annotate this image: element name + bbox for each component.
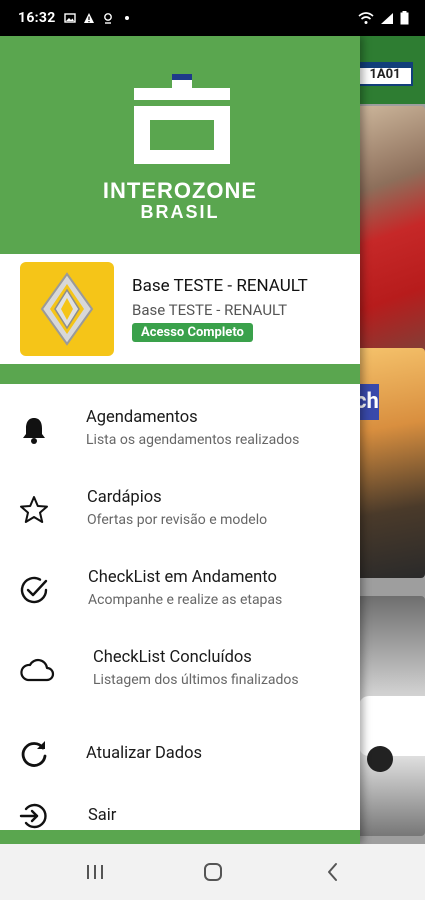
background-card-banner: ch bbox=[353, 348, 425, 578]
menu-subtitle: Acompanhe e realize as etapas bbox=[88, 592, 283, 608]
access-badge: Acesso Completo bbox=[132, 323, 253, 342]
alert-icon bbox=[83, 13, 94, 23]
refresh-icon bbox=[21, 741, 47, 767]
license-plate: 1A01 bbox=[357, 62, 413, 86]
account-subtitle: Base TESTE - RENAULT bbox=[132, 301, 288, 319]
interozone-logo-icon bbox=[134, 74, 230, 164]
brand-line1: INTEROZONE bbox=[102, 178, 258, 203]
brand-line2: BRASIL bbox=[140, 202, 220, 222]
menu-subtitle: Ofertas por revisão e modelo bbox=[87, 512, 268, 528]
menu-item-cardapios[interactable]: Cardápios Ofertas por revisão e modelo bbox=[0, 488, 360, 558]
recents-button[interactable] bbox=[80, 858, 110, 886]
drawer-header: INTEROZONE BRASIL bbox=[0, 36, 360, 254]
status-icons-right bbox=[358, 11, 409, 25]
battery-icon bbox=[400, 11, 409, 25]
location-icon bbox=[103, 13, 112, 24]
menu-title: Atualizar Dados bbox=[86, 744, 202, 763]
menu-item-checklist-andamento[interactable]: CheckList em Andamento Acompanhe e reali… bbox=[0, 568, 360, 638]
status-bar: 16:32 bbox=[0, 0, 425, 36]
account-title: Base TESTE - RENAULT bbox=[132, 276, 308, 296]
home-button[interactable] bbox=[198, 858, 228, 886]
menu-title: CheckList em Andamento bbox=[88, 568, 277, 587]
account-section[interactable]: Base TESTE - RENAULT Base TESTE - RENAUL… bbox=[0, 254, 360, 364]
brand-logo: INTEROZONE BRASIL bbox=[0, 74, 360, 234]
background-card-red-car bbox=[353, 106, 425, 376]
wifi-icon bbox=[358, 11, 374, 24]
bell-icon bbox=[23, 418, 45, 444]
menu-title: CheckList Concluídos bbox=[93, 648, 252, 667]
van-tire bbox=[367, 746, 393, 772]
check-circle-icon bbox=[20, 576, 48, 604]
header-divider bbox=[0, 364, 360, 384]
star-icon bbox=[20, 496, 48, 523]
menu-item-atualizar-dados[interactable]: Atualizar Dados bbox=[0, 736, 360, 784]
background-card-white-van bbox=[353, 596, 425, 836]
dot-icon bbox=[124, 16, 129, 20]
menu-subtitle: Listagem dos últimos finalizados bbox=[93, 672, 299, 688]
status-time: 16:32 bbox=[18, 10, 56, 26]
menu-title: Agendamentos bbox=[86, 408, 198, 427]
navigation-drawer: INTEROZONE BRASIL Base TESTE - RENAULT B… bbox=[0, 36, 360, 844]
renault-logo bbox=[20, 262, 114, 356]
menu-item-agendamentos[interactable]: Agendamentos Lista os agendamentos reali… bbox=[0, 408, 360, 478]
menu-subtitle: Lista os agendamentos realizados bbox=[86, 432, 300, 448]
menu-item-checklist-concluidos[interactable]: CheckList Concluídos Listagem dos último… bbox=[0, 648, 360, 718]
van-shape bbox=[359, 696, 425, 756]
menu-title: Sair bbox=[88, 806, 117, 825]
system-navigation-bar bbox=[0, 844, 425, 900]
logout-icon bbox=[19, 803, 47, 829]
menu-title: Cardápios bbox=[87, 488, 162, 507]
cloud-icon bbox=[20, 658, 55, 682]
back-button[interactable] bbox=[318, 858, 348, 886]
drawer-footer-bar bbox=[0, 830, 360, 844]
image-icon bbox=[63, 13, 76, 23]
signal-icon bbox=[381, 12, 393, 24]
renault-diamond-icon bbox=[40, 272, 94, 346]
status-icons-left bbox=[63, 12, 133, 24]
